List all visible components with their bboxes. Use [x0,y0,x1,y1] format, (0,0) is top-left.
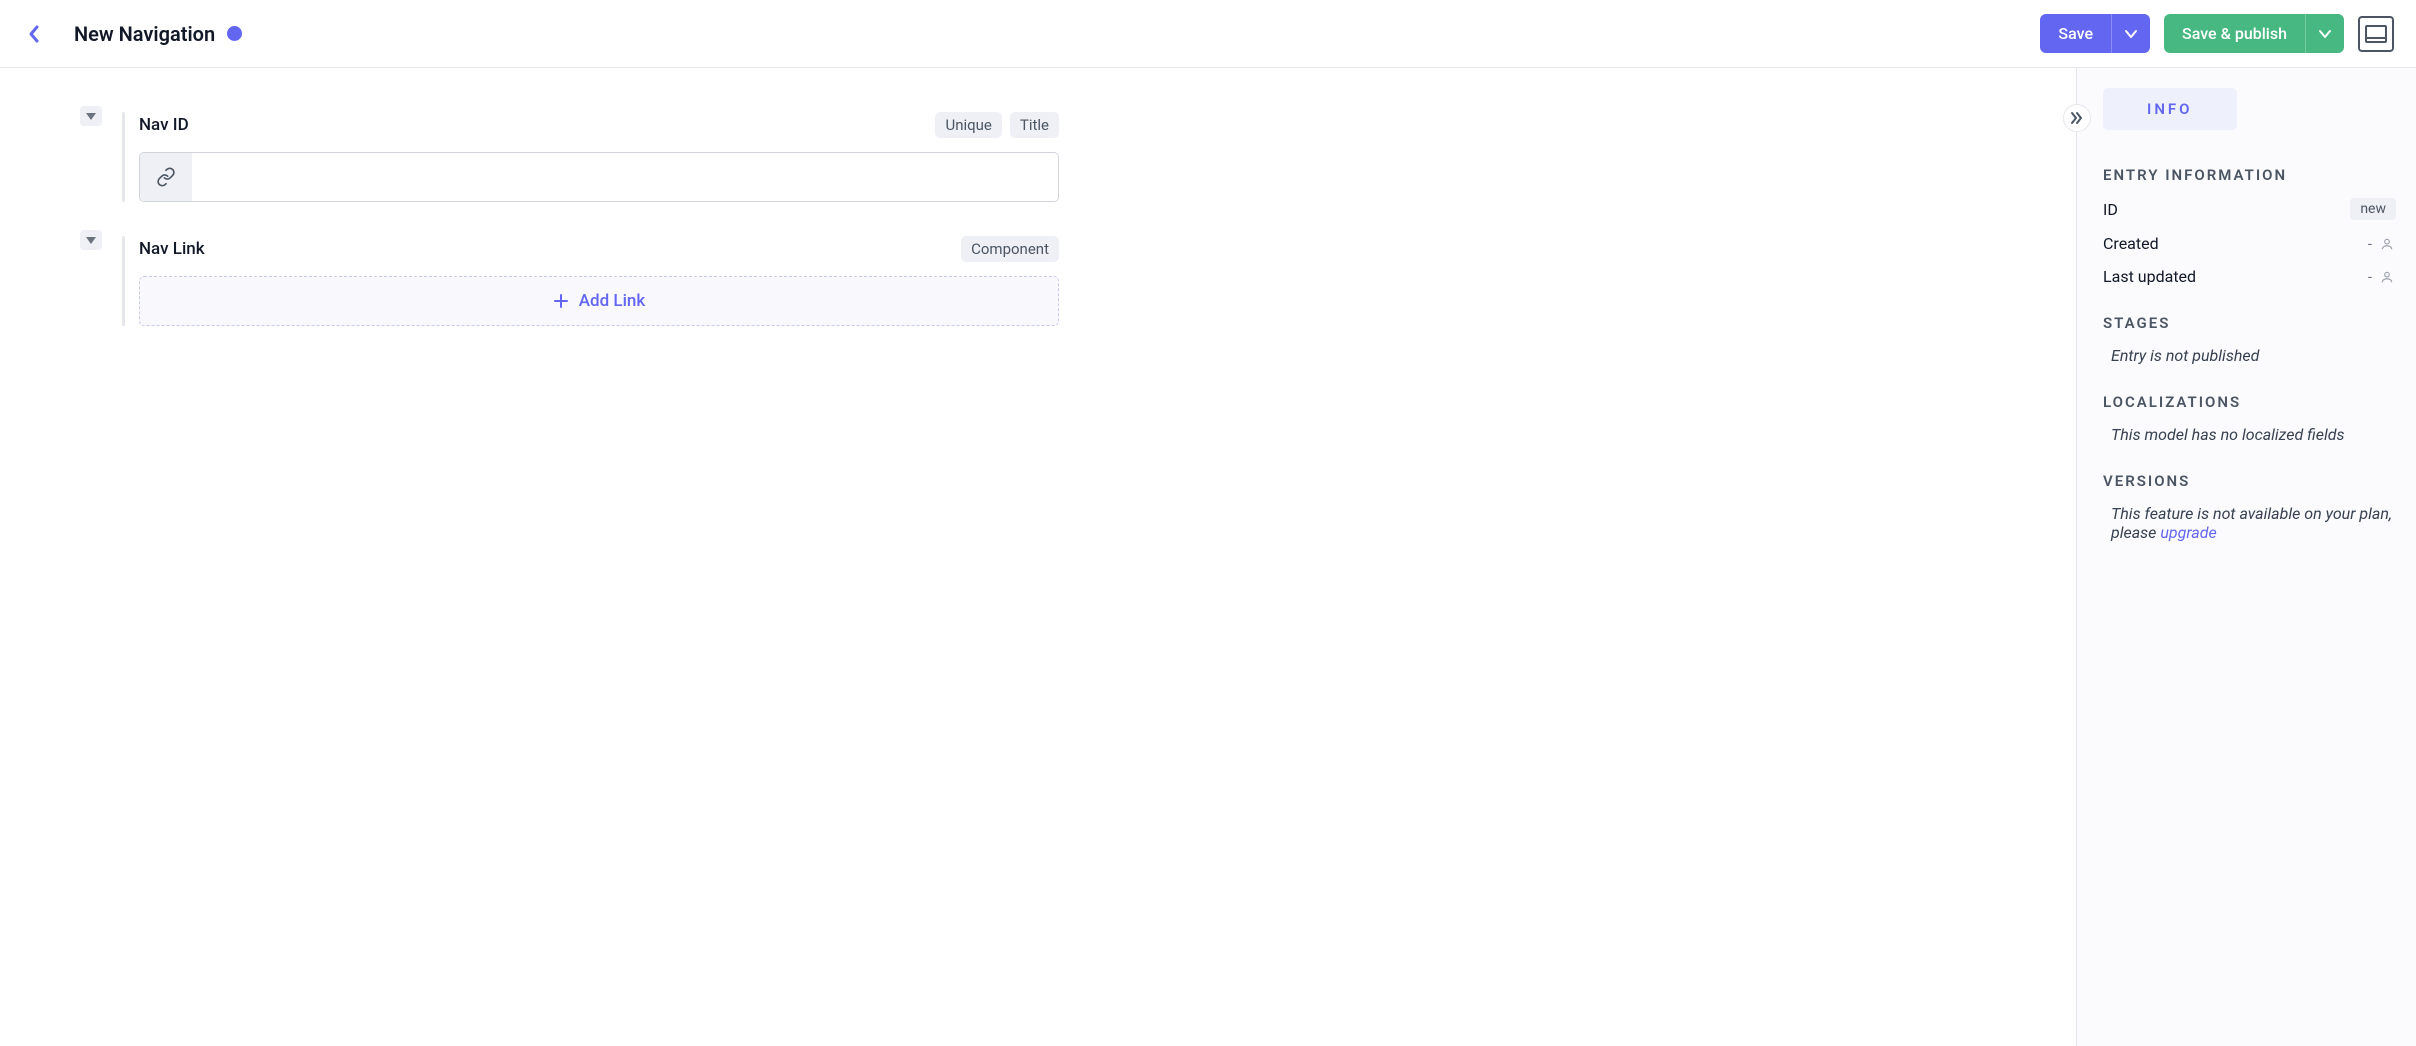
tab-info[interactable]: INFO [2103,88,2237,130]
save-button[interactable]: Save [2040,14,2111,53]
section-localizations: LOCALIZATIONS This model has no localize… [2103,393,2396,444]
chevron-left-icon [27,24,41,44]
info-updated-label: Last updated [2103,267,2196,286]
section-heading: VERSIONS [2103,472,2396,490]
nav-id-input-wrap [139,152,1059,202]
main-content: Nav ID Unique Title [0,68,2076,1046]
back-button[interactable] [22,22,46,46]
chevron-down-icon [2318,29,2332,39]
info-id-label: ID [2103,200,2118,219]
versions-text-prefix: This feature is not available on your pl… [2111,504,2392,542]
chevron-double-right-icon [2070,111,2084,125]
field-menu-button[interactable] [80,230,102,250]
add-link-button[interactable]: Add Link [139,276,1059,326]
section-heading: LOCALIZATIONS [2103,393,2396,411]
section-heading: STAGES [2103,314,2396,332]
status-dot-icon [227,26,242,41]
add-link-label: Add Link [579,291,646,311]
save-button-group: Save [2040,14,2150,53]
versions-text: This feature is not available on your pl… [2103,504,2396,542]
stages-text: Entry is not published [2103,346,2396,365]
badge-title: Title [1010,112,1059,138]
section-heading: ENTRY INFORMATION [2103,166,2396,184]
panel-icon [2365,25,2387,43]
save-dropdown[interactable] [2111,14,2150,53]
section-versions: VERSIONS This feature is not available o… [2103,472,2396,542]
sidebar: INFO ENTRY INFORMATION ID new Created - [2076,68,2416,1046]
field-accent-bar [122,112,125,202]
publish-button-group: Save & publish [2164,14,2344,53]
caret-down-icon [86,113,96,120]
page-title: New Navigation [74,22,215,46]
caret-down-icon [86,237,96,244]
info-created-label: Created [2103,234,2159,253]
field-nav-id: Nav ID Unique Title [80,112,2036,202]
upgrade-link[interactable]: upgrade [2160,523,2216,542]
info-id-value: new [2350,198,2396,220]
badge-unique: Unique [935,112,1001,138]
slug-icon [140,153,192,201]
publish-dropdown[interactable] [2305,14,2344,53]
info-created-value: - [2368,235,2372,253]
publish-button[interactable]: Save & publish [2164,14,2305,53]
sidebar-collapse-button[interactable] [2063,104,2091,132]
field-nav-link: Nav Link Component Add Link [80,236,2036,326]
user-icon [2378,268,2396,286]
chevron-down-icon [2124,29,2138,39]
section-entry-info: ENTRY INFORMATION ID new Created - [2103,166,2396,286]
panel-toggle-button[interactable] [2358,16,2394,52]
field-label: Nav ID [139,115,189,135]
localizations-text: This model has no localized fields [2103,425,2396,444]
nav-id-input[interactable] [192,153,1058,201]
badge-component: Component [961,236,1059,262]
field-accent-bar [122,236,125,326]
plus-icon [553,293,569,309]
field-label: Nav Link [139,239,205,259]
field-menu-button[interactable] [80,106,102,126]
header: New Navigation Save Save & publish [0,0,2416,68]
user-icon [2378,235,2396,253]
info-updated-value: - [2368,268,2372,286]
section-stages: STAGES Entry is not published [2103,314,2396,365]
